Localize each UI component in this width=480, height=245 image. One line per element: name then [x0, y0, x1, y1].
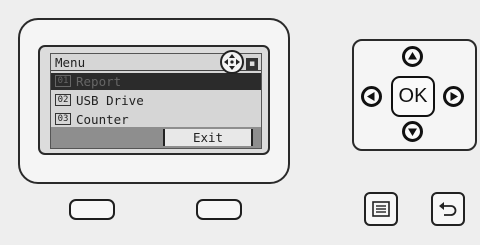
menu-title: Menu: [55, 55, 86, 70]
ok-button[interactable]: OK: [391, 76, 435, 117]
menu-button[interactable]: [364, 192, 398, 226]
menu-item-report[interactable]: 01 Report: [51, 73, 261, 90]
left-soft-key-button[interactable]: [69, 199, 115, 220]
menu-item-number: 01: [55, 75, 71, 87]
arrow-up-button[interactable]: [402, 46, 423, 67]
arrow-right-icon: [450, 92, 458, 101]
arrow-right-button[interactable]: [443, 86, 464, 107]
four-way-arrows-icon: [220, 50, 244, 74]
soft-key-bar: Exit: [51, 127, 261, 148]
menu-item-label: USB Drive: [76, 93, 144, 108]
arrow-down-button[interactable]: [402, 121, 423, 142]
right-soft-key-button[interactable]: [196, 199, 242, 220]
arrow-down-icon: [408, 128, 417, 136]
menu-item-label: Counter: [76, 112, 129, 127]
menu-list-icon: [372, 201, 390, 217]
menu-item-counter[interactable]: 03 Counter: [51, 111, 261, 128]
exit-soft-key[interactable]: Exit: [163, 129, 253, 146]
back-button[interactable]: [431, 192, 465, 226]
scroll-indicator-icon: ▪: [246, 58, 258, 70]
menu-item-number: 02: [55, 94, 71, 106]
arrow-up-icon: [408, 52, 417, 60]
arrow-left-icon: [367, 92, 375, 101]
menu-item-usb-drive[interactable]: 02 USB Drive: [51, 92, 261, 109]
menu-item-label: Report: [76, 74, 122, 89]
back-arrow-icon: [439, 202, 457, 216]
arrow-left-button[interactable]: [361, 86, 382, 107]
menu-item-number: 03: [55, 113, 71, 125]
